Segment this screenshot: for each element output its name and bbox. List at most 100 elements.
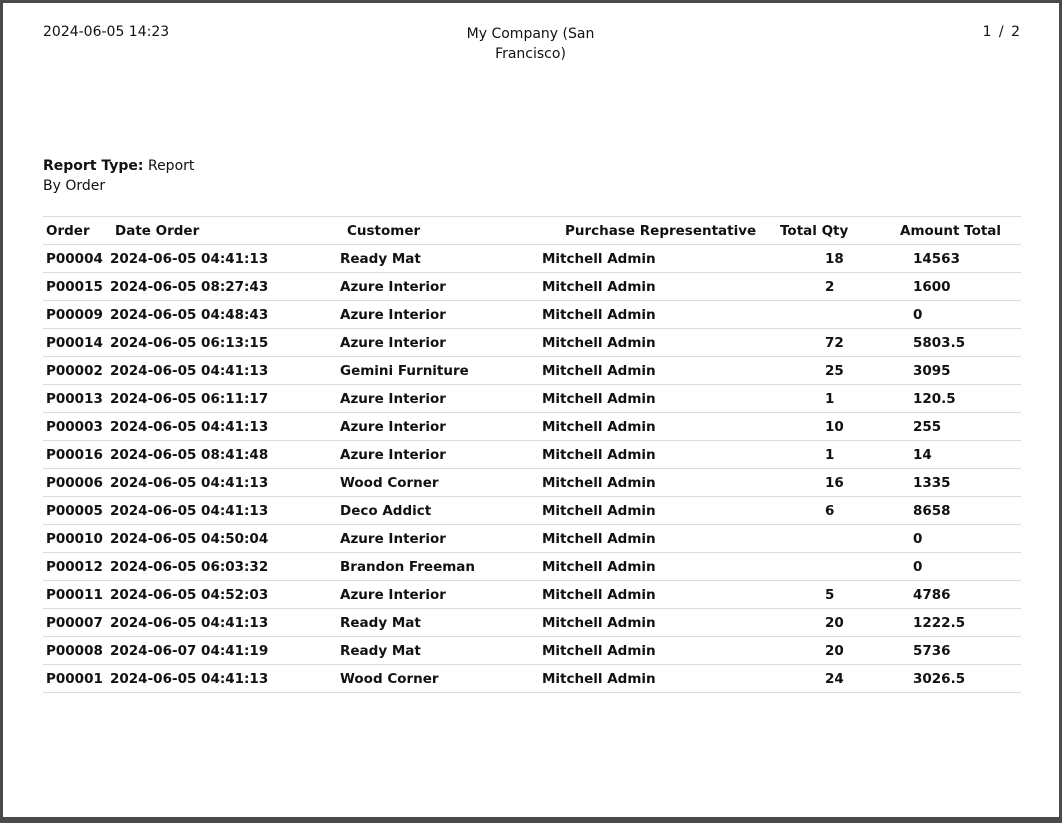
date-order-cell: 2024-06-05 06:13:15: [110, 335, 269, 351]
date-order-cell: 2024-06-05 04:41:13: [110, 419, 269, 435]
total-qty-cell: 10: [825, 419, 844, 435]
table-body: P00004 2024-06-05 04:41:13 Ready Mat Mitche…: [43, 245, 1021, 693]
amount-total-cell: 0: [913, 559, 923, 575]
order-cell: P00002: [46, 363, 103, 379]
total-qty-cell: 20: [825, 643, 844, 659]
date-order-cell: 2024-06-05 08:27:43: [110, 279, 269, 295]
order-cell: P00016: [46, 447, 103, 463]
purchase-representative-cell: Mitchell Admin: [542, 531, 656, 547]
customer-cell: Ready Mat: [340, 251, 421, 267]
customer-cell: Azure Interior: [340, 307, 446, 323]
total-qty-cell: 6: [825, 503, 835, 519]
report-type-label: Report Type:: [43, 158, 144, 174]
purchase-representative-cell: Mitchell Admin: [542, 503, 656, 519]
total-qty-cell: 24: [825, 671, 844, 687]
total-qty-cell: 18: [825, 251, 844, 267]
table-row: P00016 2024-06-05 08:41:48 Azure Interior M…: [43, 441, 1021, 469]
print-datetime: 2024-06-05 14:23: [43, 24, 170, 40]
customer-cell: Azure Interior: [340, 587, 446, 603]
amount-total-cell: 255: [913, 419, 942, 435]
report-type: Report Type: Report By Order: [43, 156, 194, 196]
amount-total-cell: 3026.5: [913, 671, 966, 687]
purchase-representative-cell: Mitchell Admin: [542, 615, 656, 631]
table-row: P00006 2024-06-05 04:41:13 Wood Corner Mitc…: [43, 469, 1021, 497]
amount-total-cell: 120.5: [913, 391, 956, 407]
total-qty-cell: 20: [825, 615, 844, 631]
date-order-cell: 2024-06-05 08:41:48: [110, 447, 269, 463]
amount-total-cell: 1600: [913, 279, 951, 295]
amount-total-cell: 0: [913, 307, 923, 323]
customer-cell: Deco Addict: [340, 503, 432, 519]
order-cell: P00009: [46, 307, 103, 323]
customer-cell: Azure Interior: [340, 279, 446, 295]
column-header-purchase-representative: Purchase Representative: [565, 223, 757, 239]
report-page: 2024-06-05 14:23 My Company (San Francis…: [3, 3, 1059, 817]
order-cell: P00014: [46, 335, 103, 351]
column-header-total-qty: Total Qty: [780, 223, 849, 239]
column-header-date-order: Date Order: [115, 223, 200, 239]
purchase-representative-cell: Mitchell Admin: [542, 643, 656, 659]
total-qty-cell: 72: [825, 335, 844, 351]
company-name-line2: Francisco): [495, 46, 566, 62]
customer-cell: Wood Corner: [340, 671, 439, 687]
table-row: P00001 2024-06-05 04:41:13 Wood Corner Mitc…: [43, 665, 1021, 693]
amount-total-cell: 5736: [913, 643, 951, 659]
table-row: P00007 2024-06-05 04:41:13 Ready Mat Mitche…: [43, 609, 1021, 637]
order-cell: P00010: [46, 531, 103, 547]
amount-total-cell: 3095: [913, 363, 951, 379]
report-type-value-line2: By Order: [43, 178, 106, 194]
column-header-order: Order: [46, 223, 90, 239]
order-cell: P00011: [46, 587, 103, 603]
table-row: P00004 2024-06-05 04:41:13 Ready Mat Mitche…: [43, 245, 1021, 273]
date-order-cell: 2024-06-05 04:41:13: [110, 475, 269, 491]
date-order-cell: 2024-06-05 04:41:13: [110, 615, 269, 631]
table-row: P00012 2024-06-05 06:03:32 Brandon Freeman…: [43, 553, 1021, 581]
customer-cell: Ready Mat: [340, 643, 421, 659]
table-row: P00013 2024-06-05 06:11:17 Azure Interior M…: [43, 385, 1021, 413]
purchase-representative-cell: Mitchell Admin: [542, 447, 656, 463]
table-row: P00010 2024-06-05 04:50:04 Azure Interior M…: [43, 525, 1021, 553]
amount-total-cell: 5803.5: [913, 335, 966, 351]
table-row: P00014 2024-06-05 06:13:15 Azure Interior M…: [43, 329, 1021, 357]
amount-total-cell: 14: [913, 447, 932, 463]
table-row: P00005 2024-06-05 04:41:13 Deco Addict Mitc…: [43, 497, 1021, 525]
customer-cell: Ready Mat: [340, 615, 421, 631]
table-row: P00008 2024-06-07 04:41:19 Ready Mat Mitche…: [43, 637, 1021, 665]
company-name: My Company (San Francisco): [453, 24, 608, 64]
purchase-representative-cell: Mitchell Admin: [542, 251, 656, 267]
purchase-representative-cell: Mitchell Admin: [542, 559, 656, 575]
amount-total-cell: 4786: [913, 587, 951, 603]
amount-total-cell: 0: [913, 531, 923, 547]
customer-cell: Azure Interior: [340, 531, 446, 547]
amount-total-cell: 1335: [913, 475, 951, 491]
table-row: P00009 2024-06-05 04:48:43 Azure Interior M…: [43, 301, 1021, 329]
date-order-cell: 2024-06-05 04:41:13: [110, 251, 269, 267]
purchase-representative-cell: Mitchell Admin: [542, 587, 656, 603]
total-qty-cell: 5: [825, 587, 835, 603]
customer-cell: Azure Interior: [340, 335, 446, 351]
date-order-cell: 2024-06-05 04:41:13: [110, 503, 269, 519]
table-row: P00015 2024-06-05 08:27:43 Azure Interior M…: [43, 273, 1021, 301]
order-cell: P00013: [46, 391, 103, 407]
purchase-representative-cell: Mitchell Admin: [542, 363, 656, 379]
date-order-cell: 2024-06-05 04:52:03: [110, 587, 269, 603]
order-cell: P00001: [46, 671, 103, 687]
order-cell: P00003: [46, 419, 103, 435]
amount-total-cell: 1222.5: [913, 615, 966, 631]
purchase-representative-cell: Mitchell Admin: [542, 307, 656, 323]
table-header: Order Date Order Customer Purchase Repre…: [43, 217, 1021, 245]
report-type-value: Report: [147, 158, 195, 174]
column-header-amount-total: Amount Total: [900, 223, 1002, 239]
purchase-representative-cell: Mitchell Admin: [542, 671, 656, 687]
purchase-representative-cell: Mitchell Admin: [542, 335, 656, 351]
purchase-representative-cell: Mitchell Admin: [542, 391, 656, 407]
order-cell: P00007: [46, 615, 103, 631]
total-qty-cell: 2: [825, 279, 835, 295]
total-qty-cell: 16: [825, 475, 844, 491]
column-header-customer: Customer: [347, 223, 421, 239]
page-counter: 1 / 2: [982, 24, 1020, 40]
date-order-cell: 2024-06-05 06:03:32: [110, 559, 269, 575]
order-cell: P00005: [46, 503, 103, 519]
order-cell: P00012: [46, 559, 103, 575]
table-row: P00002 2024-06-05 04:41:13 Gemini Furnitur…: [43, 357, 1021, 385]
